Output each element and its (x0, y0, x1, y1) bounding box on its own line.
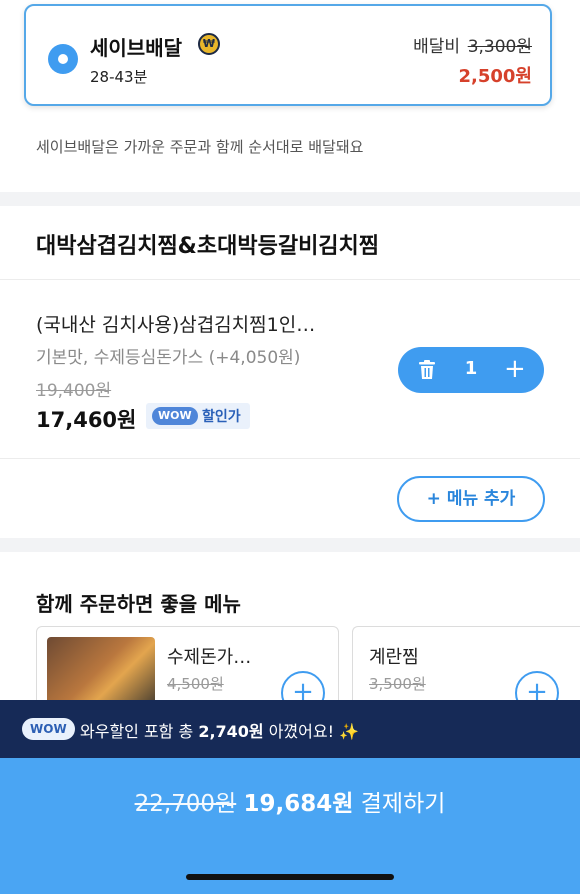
cart-item-name[interactable]: (국내산 김치사용)삼겹김치찜1인… (36, 310, 315, 337)
sparkle-icon: ✨ (339, 722, 360, 741)
checkout-action-label: 결제하기 (360, 791, 446, 817)
delivery-fee-discounted: 2,500원 (458, 66, 533, 87)
savings-suffix: 아꼈어요! (263, 722, 340, 741)
section-divider (0, 538, 580, 552)
quantity-stepper: 1 + (398, 347, 544, 393)
radio-selected-icon[interactable] (48, 44, 78, 74)
home-indicator (186, 874, 394, 880)
cart-item-original-price: 19,400원 (36, 381, 112, 401)
trash-icon[interactable] (418, 360, 436, 380)
recommend-item-original-price: 4,500원 (167, 675, 224, 693)
checkout-total: 19,684원 (243, 791, 354, 817)
checkout-area[interactable]: 22,700원 19,684원 결제하기 (0, 758, 580, 894)
recommend-item-name: 수제돈가… (167, 647, 252, 668)
recommend-title: 함께 주문하면 좋을 메뉴 (36, 592, 241, 616)
savings-text: 와우할인 포함 총 2,740원 아꼈어요! ✨ (80, 718, 359, 742)
savings-prefix: 와우할인 포함 총 (80, 722, 199, 741)
add-menu-button[interactable]: + 메뉴 추가 (397, 476, 545, 522)
wow-discount-label: 할인가 (202, 409, 241, 425)
delivery-option-title: 세이브배달 (90, 36, 182, 60)
delivery-fee-label: 배달비 (413, 37, 460, 57)
cart-item-options: 기본맛, 수제등심돈가스 (+4,050원) (36, 348, 301, 368)
delivery-fee-original: 3,300원 (467, 37, 532, 57)
wow-badge: WOW (22, 718, 75, 740)
won-coin-icon: ₩ (198, 33, 220, 55)
store-name: 대박삼겹김치찜&초대박등갈비김치찜 (36, 234, 380, 259)
checkout-original-total: 22,700원 (134, 791, 237, 817)
recommend-item-name: 계란찜 (369, 647, 419, 668)
cart-item-price: 17,460원 (36, 408, 137, 432)
save-delivery-option[interactable]: 세이브배달 ₩ 28-43분 배달비 3,300원 2,500원 (24, 4, 552, 106)
divider (0, 279, 580, 280)
checkout-button[interactable]: 22,700원 19,684원 결제하기 (0, 784, 580, 818)
divider (0, 458, 580, 459)
savings-amount: 2,740원 (198, 722, 264, 741)
delivery-notice: 세이브배달은 가까운 주문과 함께 순서대로 배달돼요 (36, 138, 364, 156)
quantity-value: 1 (464, 358, 478, 379)
savings-banner: WOW 와우할인 포함 총 2,740원 아꼈어요! ✨ (0, 700, 580, 758)
wow-badge: WOW (152, 407, 198, 425)
delivery-eta: 28-43분 (90, 68, 148, 86)
section-divider (0, 192, 580, 206)
increase-quantity-button[interactable]: + (504, 354, 526, 384)
recommend-item-original-price: 3,500원 (369, 675, 426, 693)
